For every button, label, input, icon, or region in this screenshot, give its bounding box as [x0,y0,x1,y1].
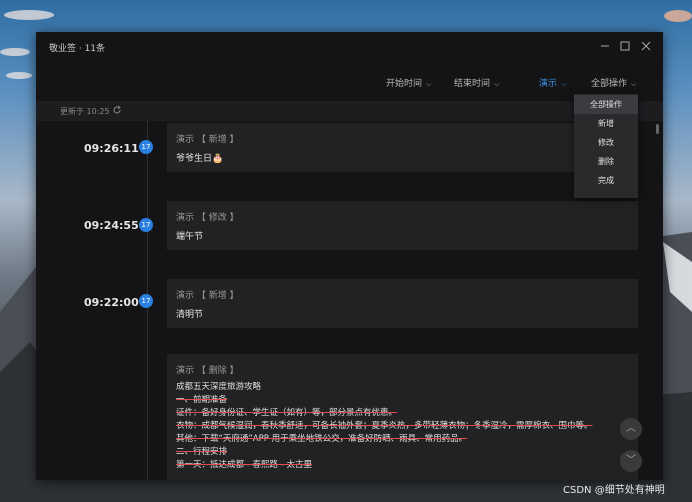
wallpaper-cloud [0,48,30,56]
title-bar: 敬业签 · 11条 [36,32,663,60]
card-line: 其他：下载“天府通”APP 用于乘坐地铁公交，准备好防晒、雨具、常用药品。 [176,434,468,444]
chevron-up-icon: ︿ [626,423,636,434]
card-title: 端午节 [176,232,204,242]
filter-label: 演示 [539,79,558,89]
card-meta: 演示 【 删除 】 [176,366,239,376]
card-line: 成都五天深度旅游攻略 [176,382,262,392]
dropdown-item-all[interactable]: 全部操作 [574,95,638,114]
chevron-down-icon: ﹀ [626,455,636,466]
app-window: 敬业签 · 11条 开始时间 ⌵ 结束时间 ⌵ 演示 ⌵ 全部操作 ⌵ 更新于 10:2… [36,32,663,480]
window-title: 敬业签 · 11条 [49,44,106,54]
card-body: 成都五天深度旅游攻略 一、前期准备 证件：备好身份证、学生证（如有）等，部分景点… [176,381,626,472]
update-status-bar: 更新于 10:25 [36,101,663,121]
minimize-icon[interactable] [599,40,611,52]
dropdown-item-delete[interactable]: 删除 [574,152,638,171]
card-meta: 演示 【 新增 】 [176,291,239,301]
date-badge: 17 [139,294,153,308]
card-title: 清明节 [176,310,204,320]
chevron-down-icon: ⌵ [561,80,567,88]
filter-label: 结束时间 [454,79,491,89]
dropdown-item-add[interactable]: 新增 [574,114,638,133]
card-line: 衣物：成都气候湿润，春秋季舒适，可备长袖外套；夏季炎热，多带轻薄衣物；冬季湿冷，… [176,421,593,431]
filter-start-time[interactable]: 开始时间 ⌵ [386,76,431,89]
wallpaper-cloud [664,10,692,22]
filter-operation[interactable]: 全部操作 ⌵ [591,76,636,89]
operation-dropdown-menu: 全部操作 新增 修改 删除 完成 [574,94,638,198]
close-icon[interactable] [640,40,652,52]
filter-label: 全部操作 [591,79,628,89]
maximize-icon[interactable] [619,40,631,52]
filter-end-time[interactable]: 结束时间 ⌵ [454,76,499,89]
dropdown-item-complete[interactable]: 完成 [574,171,638,190]
chevron-down-icon: ⌵ [631,80,637,88]
watermark: CSDN @细节处有神明 [563,485,665,496]
chevron-down-icon: ⌵ [426,80,432,88]
card-meta: 演示 【 修改 】 [176,213,239,223]
date-badge: 17 [139,140,153,154]
filter-category[interactable]: 演示 ⌵ [539,76,566,89]
refresh-icon[interactable] [112,105,122,115]
card-line: 证件：备好身份证、学生证（如有）等，部分景点有优惠。 [176,408,398,418]
scroll-up-button[interactable]: ︿ [620,418,642,440]
chevron-down-icon: ⌵ [494,80,500,88]
card-line: 第一天：抵达成都 - 春熙路 - 太古里 [176,460,312,470]
card-line: 二、行程安排 [176,447,228,457]
filter-label: 开始时间 [386,79,423,89]
scroll-down-button[interactable]: ﹀ [620,450,642,472]
dropdown-item-edit[interactable]: 修改 [574,133,638,152]
log-card[interactable]: 演示 【 新增 】 清明节 [167,279,638,328]
wallpaper-cloud [6,72,32,79]
date-badge: 17 [139,218,153,232]
log-card-deleted[interactable]: 演示 【 删除 】 成都五天深度旅游攻略 一、前期准备 证件：备好身份证、学生证… [167,354,638,480]
scrollbar-thumb[interactable] [656,124,659,134]
card-line: 一、前期准备 [176,395,228,405]
wallpaper-cloud [4,10,54,20]
log-card[interactable]: 演示 【 修改 】 端午节 [167,201,638,250]
card-title: 爷爷生日🎂 [176,154,224,164]
card-meta: 演示 【 新增 】 [176,135,239,145]
log-card[interactable]: 演示 【 新增 】 爷爷生日🎂 [167,123,638,172]
updated-time: 更新于 10:25 [60,107,110,116]
